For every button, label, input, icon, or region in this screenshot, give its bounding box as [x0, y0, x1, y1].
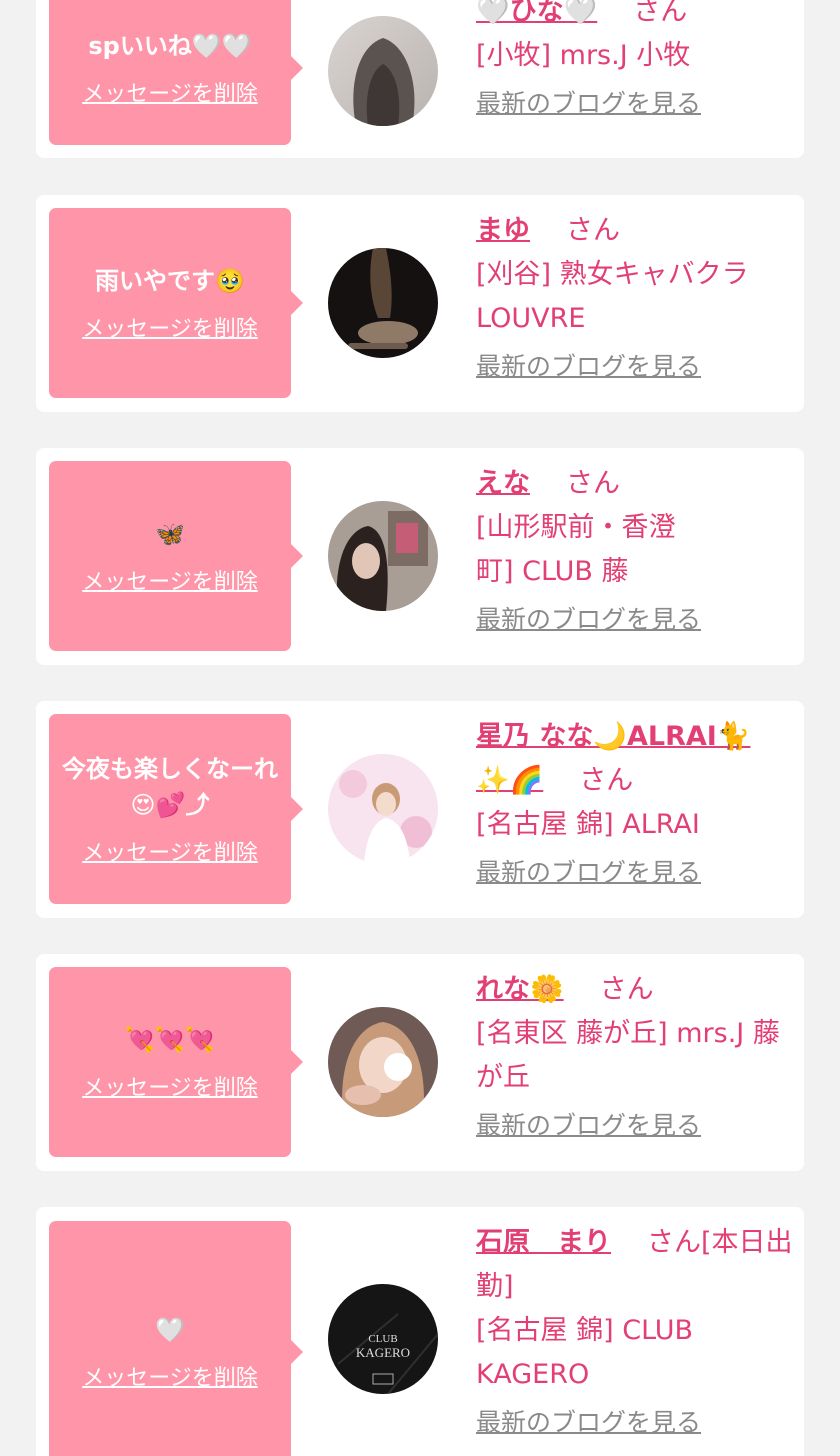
avatar[interactable] [328, 501, 438, 611]
message-card: spいいね🤍🤍 メッセージを削除 🤍ひな🤍 さん [小牧] mrs.J 小牧 最… [36, 0, 804, 158]
message-text: 💘💘💘 [125, 1026, 215, 1054]
profile-info: れな🌼 さん [名東区 藤が丘] mrs.J 藤が丘 最新のブログを見る [476, 968, 794, 1146]
profile-name-link[interactable]: れな🌼 [476, 974, 564, 1005]
message-card: 🤍 メッセージを削除 CLUB KAGERO 石原 まり さん[本日出勤] [名古… [36, 1207, 804, 1456]
message-card: 雨いやです🥹 メッセージを削除 まゆ さん [刈谷] 熟女キャバクラ LOUVRE… [36, 195, 804, 412]
delete-message-link[interactable]: メッセージを削除 [82, 1070, 258, 1102]
message-bubble: spいいね🤍🤍 メッセージを削除 [49, 0, 303, 145]
avatar[interactable] [328, 248, 438, 358]
name-line: れな🌼 さん [476, 968, 794, 1012]
avatar[interactable] [328, 1007, 438, 1117]
profile-name-link[interactable]: 🤍ひな🤍 [476, 0, 597, 27]
delete-message-link[interactable]: メッセージを削除 [82, 835, 258, 867]
latest-blog-link[interactable]: 最新のブログを見る [476, 1403, 701, 1443]
honorific: さん [579, 765, 634, 796]
latest-blog-link[interactable]: 最新のブログを見る [476, 347, 701, 387]
profile-name-link[interactable]: 石原 まり [476, 1227, 611, 1258]
latest-blog-link[interactable]: 最新のブログを見る [476, 1106, 701, 1146]
name-line: 星乃 なな🌙ALRAI🐈✨🌈 さん [476, 715, 776, 803]
avatar-photo-icon [328, 1007, 438, 1117]
honorific: さん [633, 0, 688, 27]
avatar[interactable]: CLUB KAGERO [328, 1284, 438, 1394]
avatar-photo-icon [328, 248, 438, 358]
name-line: まゆ さん [476, 209, 794, 253]
message-text: 🤍 [155, 1316, 185, 1344]
delete-message-link[interactable]: メッセージを削除 [82, 564, 258, 596]
message-text: 🦋 [155, 520, 185, 548]
avatar-photo-icon [328, 754, 438, 864]
message-bubble: 🤍 メッセージを削除 [49, 1221, 303, 1456]
message-bubble: 雨いやです🥹 メッセージを削除 [49, 208, 303, 398]
message-card: 今夜も楽しくなーれ😍💕⤴ メッセージを削除 星乃 なな🌙ALRAI🐈✨🌈 さん [… [36, 701, 804, 918]
delete-message-link[interactable]: メッセージを削除 [82, 311, 258, 343]
profile-info: 石原 まり さん[本日出勤] [名古屋 錦] CLUB KAGERO 最新のブログ… [476, 1221, 794, 1443]
honorific: さん [566, 215, 620, 246]
message-bubble: 今夜も楽しくなーれ😍💕⤴ メッセージを削除 [49, 714, 303, 904]
profile-name-link[interactable]: まゆ [476, 215, 530, 246]
message-text: 雨いやです🥹 [95, 267, 245, 295]
avatar[interactable] [328, 754, 438, 864]
honorific: さん [566, 468, 620, 499]
delete-message-link[interactable]: メッセージを削除 [82, 76, 258, 108]
profile-info: まゆ さん [刈谷] 熟女キャバクラ LOUVRE 最新のブログを見る [476, 209, 794, 387]
avatar[interactable] [328, 16, 438, 126]
profile-info: 星乃 なな🌙ALRAI🐈✨🌈 さん [名古屋 錦] ALRAI 最新のブログを見る [476, 715, 794, 893]
shop-text: [名古屋 錦] ALRAI [476, 809, 700, 840]
message-card: 💘💘💘 メッセージを削除 れな🌼 さん [名東区 藤が丘] mrs.J 藤が丘 最… [36, 954, 804, 1171]
message-bubble: 💘💘💘 メッセージを削除 [49, 967, 303, 1157]
honorific: さん [647, 1227, 701, 1258]
message-text: spいいね🤍🤍 [88, 31, 252, 60]
avatar-photo-icon [328, 501, 438, 611]
svg-text:CLUB: CLUB [368, 1333, 397, 1345]
avatar-photo-icon: CLUB KAGERO [328, 1284, 438, 1394]
profile-info: 🤍ひな🤍 さん [小牧] mrs.J 小牧 最新のブログを見る [476, 0, 794, 124]
shop-text: [刈谷] 熟女キャバクラ LOUVRE [476, 259, 749, 334]
latest-blog-link[interactable]: 最新のブログを見る [476, 600, 701, 640]
message-card: 🦋 メッセージを削除 えな さん [山形駅前・香澄町] CLUB 藤 最新のブログ… [36, 448, 804, 665]
name-line: 石原 まり さん[本日出勤] [476, 1221, 794, 1309]
profile-info: えな さん [山形駅前・香澄町] CLUB 藤 最新のブログを見る [476, 462, 794, 640]
honorific: さん [599, 974, 654, 1005]
message-text: 今夜も楽しくなーれ😍💕⤴ [62, 755, 278, 819]
shop-text: [名東区 藤が丘] mrs.J 藤が丘 [476, 1018, 780, 1093]
name-line: 🤍ひな🤍 さん [476, 0, 794, 34]
shop-text: [小牧] mrs.J 小牧 [476, 40, 691, 71]
delete-message-link[interactable]: メッセージを削除 [82, 1360, 258, 1392]
shop-text: [名古屋 錦] CLUB KAGERO [476, 1315, 694, 1390]
message-bubble: 🦋 メッセージを削除 [49, 461, 303, 651]
svg-text:KAGERO: KAGERO [356, 1345, 410, 1360]
latest-blog-link[interactable]: 最新のブログを見る [476, 84, 701, 124]
message-list: spいいね🤍🤍 メッセージを削除 🤍ひな🤍 さん [小牧] mrs.J 小牧 最… [0, 0, 840, 1456]
profile-name-link[interactable]: えな [476, 468, 530, 499]
name-line: えな さん [476, 462, 794, 506]
latest-blog-link[interactable]: 最新のブログを見る [476, 853, 701, 893]
shop-text: [山形駅前・香澄町] CLUB 藤 [476, 512, 676, 587]
avatar-photo-icon [328, 16, 438, 126]
